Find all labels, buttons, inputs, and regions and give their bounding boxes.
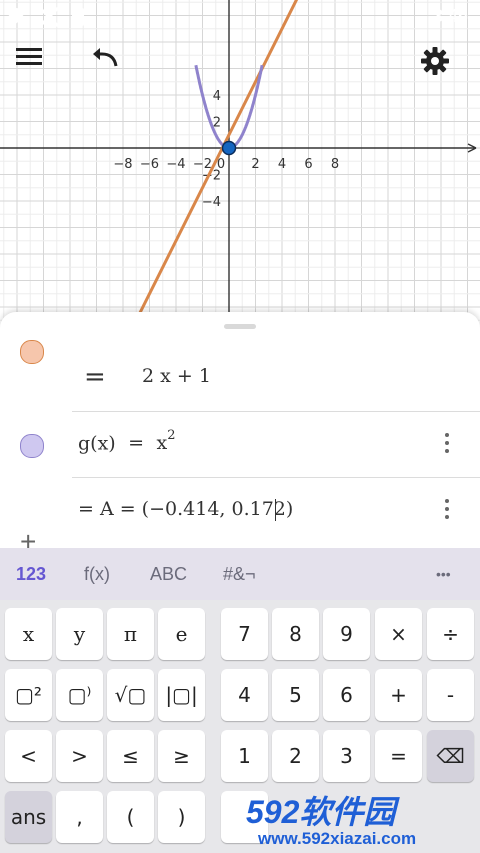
x-tick-label: 6 <box>304 157 312 172</box>
key-square[interactable]: ▢² <box>5 669 52 721</box>
gear-icon <box>421 47 449 75</box>
x-tick-label: 2 <box>251 157 259 172</box>
row-divider <box>72 477 480 478</box>
menu-icon <box>16 48 42 65</box>
row2-more-menu[interactable] <box>444 433 450 459</box>
row1-equals: = <box>84 362 106 392</box>
watermark-brand: 592软件园 <box>246 794 396 830</box>
key-greater-equal[interactable]: ≥ <box>158 730 205 782</box>
key-1[interactable]: 1 <box>221 730 268 782</box>
key-open-paren[interactable]: ( <box>107 791 154 843</box>
x-tick-label: −4 <box>166 157 185 172</box>
function-name: g(x) <box>78 432 116 455</box>
key-5[interactable]: 5 <box>272 669 319 721</box>
key-close-paren[interactable]: ) <box>158 791 205 843</box>
parabola-visibility-toggle[interactable] <box>20 434 44 458</box>
key-abs[interactable]: |▢| <box>158 669 205 721</box>
row2-equals: = <box>128 432 145 455</box>
more-keys-button[interactable]: ••• <box>436 566 451 582</box>
tab-numbers[interactable]: 123 <box>16 564 46 585</box>
wifi-icon <box>6 8 26 24</box>
exponent: 2 <box>167 428 176 443</box>
no-signal-icon <box>38 6 60 28</box>
key-7[interactable]: 7 <box>221 608 268 660</box>
x-tick-label: −8 <box>113 157 132 172</box>
status-time: 3:46 <box>432 6 468 26</box>
key-8[interactable]: 8 <box>272 608 319 660</box>
math-keyboard: 123 f(x) ABC #&¬ ••• x y π e ▢² ▢⁾ √▢ |▢… <box>0 548 480 853</box>
drag-handle[interactable] <box>224 324 256 329</box>
menu-button[interactable] <box>16 46 60 90</box>
y-tick-label: −4 <box>202 195 221 210</box>
x-tick-label: 8 <box>331 157 339 172</box>
undo-icon <box>93 48 118 67</box>
key-2[interactable]: 2 <box>272 730 319 782</box>
key-power[interactable]: ▢⁾ <box>56 669 103 721</box>
row3-more-menu[interactable] <box>444 499 450 525</box>
tab-symbols[interactable]: #&¬ <box>223 564 256 585</box>
row-divider <box>72 411 480 412</box>
base-variable: x <box>156 432 168 455</box>
key-y[interactable]: y <box>56 608 103 660</box>
key-6[interactable]: 6 <box>323 669 370 721</box>
key-9[interactable]: 9 <box>323 608 370 660</box>
graph-canvas[interactable]: −8 −6 −4 −2 0 2 4 6 842−2−4 <box>0 0 480 330</box>
text-cursor <box>275 499 276 521</box>
key-multiply[interactable]: × <box>375 608 422 660</box>
status-bar: 3:46 <box>0 0 480 32</box>
line-visibility-toggle[interactable] <box>20 340 44 364</box>
backspace-key[interactable]: ⌫ <box>427 730 474 782</box>
row1-expression[interactable]: 2 x + 1 <box>142 365 211 387</box>
watermark: 592软件园 www.592xiazai.com <box>240 783 480 853</box>
y-tick-label: 4 <box>213 89 221 104</box>
key-3[interactable]: 3 <box>323 730 370 782</box>
key-comma[interactable]: , <box>56 791 103 843</box>
key-4[interactable]: 4 <box>221 669 268 721</box>
key-divide[interactable]: ÷ <box>427 608 474 660</box>
watermark-url: www.592xiazai.com <box>258 829 417 848</box>
key-x[interactable]: x <box>5 608 52 660</box>
key-plus[interactable]: + <box>375 669 422 721</box>
settings-button[interactable] <box>420 46 464 90</box>
graphics-view[interactable]: −8 −6 −4 −2 0 2 4 6 8 4 2 −2 −4 3:46 <box>0 0 480 330</box>
key-less-equal[interactable]: ≤ <box>107 730 154 782</box>
key-minus[interactable]: - <box>427 669 474 721</box>
row3-input[interactable]: = A = (−0.414, 0.172) <box>78 498 293 520</box>
key-equals[interactable]: = <box>375 730 422 782</box>
battery-icon <box>72 8 84 26</box>
tab-functions[interactable]: f(x) <box>84 564 110 585</box>
key-e[interactable]: e <box>158 608 205 660</box>
algebra-panel[interactable]: = 2 x + 1 g(x) = x2 = A = (−0.414, 0.172… <box>0 312 480 552</box>
x-tick-label: 4 <box>278 157 286 172</box>
key-less-than[interactable]: < <box>5 730 52 782</box>
key-ans[interactable]: ans <box>5 791 52 843</box>
key-sqrt[interactable]: √▢ <box>107 669 154 721</box>
undo-button[interactable] <box>90 46 134 90</box>
key-pi[interactable]: π <box>107 608 154 660</box>
x-tick-label: −6 <box>140 157 159 172</box>
tab-letters[interactable]: ABC <box>150 564 187 585</box>
row2-expression[interactable]: g(x) = x2 <box>78 428 176 455</box>
point-a <box>221 140 237 156</box>
keyboard-tabs: 123 f(x) ABC #&¬ ••• <box>0 548 480 600</box>
key-greater-than[interactable]: > <box>56 730 103 782</box>
status-icons <box>6 6 84 28</box>
